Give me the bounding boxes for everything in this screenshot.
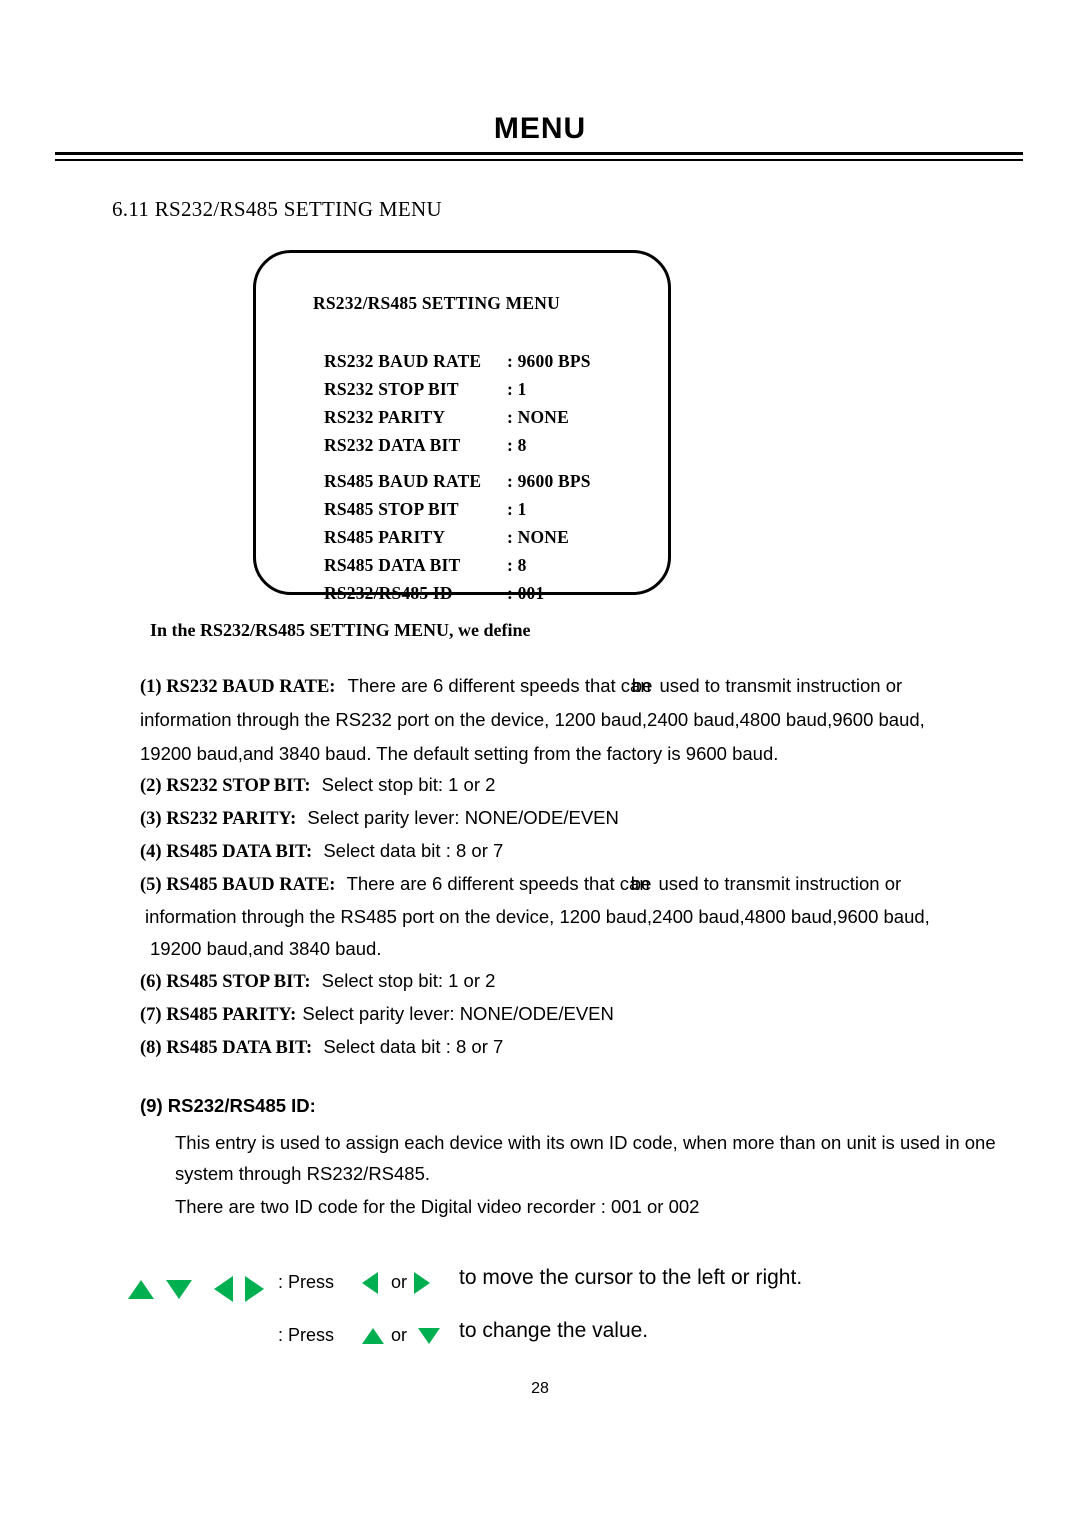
item3-text: Select parity lever: NONE/ODE/EVEN [307, 807, 619, 828]
osd-menu-box: RS232/RS485 SETTING MENU RS232 BAUD RATE… [253, 250, 671, 603]
item8-heading: (8) RS485 DATA BIT: [140, 1038, 313, 1058]
page-number: 28 [531, 1380, 549, 1397]
item4-heading: (4) RS485 DATA BIT: [140, 842, 313, 862]
item6-text: Select stop bit: 1 or 2 [321, 970, 496, 991]
osd-row-label: RS485 DATA BIT [324, 555, 461, 575]
osd-row-label: RS232 STOP BIT [324, 379, 459, 399]
item6-heading: (6) RS485 STOP BIT: [140, 972, 311, 992]
osd-row-value: : NONE [507, 407, 569, 427]
osd-row-value: : 9600 BPS [507, 351, 591, 371]
item9-heading: (9) RS232/RS485 ID: [140, 1095, 316, 1116]
item7-heading: (7) RS485 PARITY: [140, 1005, 297, 1025]
item1-heading: (1) RS232 BAUD RATE: [140, 677, 336, 697]
osd-row-value: : 8 [507, 555, 527, 575]
press-left-right-text: to move the cursor to the left or right. [459, 1266, 803, 1289]
item8-text: Select data bit : 8 or 7 [323, 1036, 504, 1057]
item5-line3: 19200 baud,and 3840 baud. [150, 938, 382, 959]
section-heading: 6.11 RS232/RS485 SETTING MENU [112, 197, 442, 221]
arrow-down-icon [418, 1328, 440, 1344]
arrow-right-icon [245, 1276, 264, 1302]
osd-row-value: : 9600 BPS [507, 471, 591, 491]
item1-line1-c: used to transmit instruction or [659, 675, 903, 696]
osd-row-value: : 8 [507, 435, 527, 455]
item5-heading: (5) RS485 BAUD RATE: [140, 875, 336, 895]
arrow-up-icon [128, 1279, 154, 1299]
item9-line1: This entry is used to assign each device… [175, 1132, 996, 1153]
item1-line3: 19200 baud,and 3840 baud. The default se… [140, 743, 779, 764]
osd-row-label: RS232 DATA BIT [324, 435, 461, 455]
press-up-icon-wrap [362, 1328, 384, 1344]
osd-row-label: RS485 BAUD RATE [324, 471, 482, 491]
osd-row-label: RS232/RS485 ID [324, 583, 453, 603]
osd-row-value: : 1 [507, 499, 527, 519]
osd-row-label: RS232 PARITY [324, 407, 446, 427]
osd-row-value: : 001 [507, 583, 545, 603]
press-right-icon-wrap [414, 1272, 430, 1294]
press2-or-label: or [391, 1325, 408, 1345]
arrow-down-icon [166, 1279, 192, 1299]
item5-line1-c: used to transmit instruction or [658, 873, 902, 894]
press-down-icon-wrap [418, 1328, 440, 1344]
press-left-right-label: : Press [278, 1272, 335, 1292]
press-up-down-text: to change the value. [459, 1319, 649, 1342]
press-up-down-label: : Press [278, 1325, 335, 1345]
item4-text: Select data bit : 8 or 7 [323, 840, 504, 861]
page-title: MENU [493, 112, 587, 145]
arrow-up-icon [362, 1328, 384, 1344]
item2-text: Select stop bit: 1 or 2 [321, 774, 496, 795]
item9-line3: There are two ID code for the Digital vi… [175, 1196, 700, 1217]
osd-menu-rows: RS232 BAUD RATE : 9600 BPS RS232 STOP BI… [256, 253, 668, 603]
arrow-key-legend [128, 1276, 264, 1302]
item3-heading: (3) RS232 PARITY: [140, 809, 297, 829]
document-page: MENU 6.11 RS232/RS485 SETTING MENU RS232… [0, 0, 1080, 1528]
osd-row-label: RS485 STOP BIT [324, 499, 459, 519]
header-rule-thin [55, 159, 1023, 161]
press1-or-label: or [391, 1272, 408, 1292]
item1-line1-a: There are 6 different speeds that can [347, 675, 651, 696]
item9-line2: system through RS232/RS485. [175, 1163, 431, 1184]
header-rule-thick [55, 152, 1023, 155]
item5-line2: information through the RS485 port on th… [145, 906, 930, 927]
item1-line2: information through the RS232 port on th… [140, 709, 925, 730]
osd-row-label: RS232 BAUD RATE [324, 351, 482, 371]
arrow-right-icon [414, 1272, 430, 1294]
osd-row-value: : NONE [507, 527, 569, 547]
arrow-left-icon [214, 1276, 233, 1302]
osd-row-value: : 1 [507, 379, 527, 399]
osd-row-label: RS485 PARITY [324, 527, 446, 547]
item2-heading: (2) RS232 STOP BIT: [140, 776, 311, 796]
arrow-left-icon [362, 1272, 378, 1294]
define-line: In the RS232/RS485 SETTING MENU, we defi… [150, 620, 531, 640]
item7-text: Select parity lever: NONE/ODE/EVEN [302, 1003, 614, 1024]
item5-line1-b: be [630, 873, 652, 894]
press-left-icon-wrap [362, 1272, 378, 1294]
item5-line1-a: There are 6 different speeds that can [346, 873, 650, 894]
item1-line1-b: be [631, 675, 653, 696]
